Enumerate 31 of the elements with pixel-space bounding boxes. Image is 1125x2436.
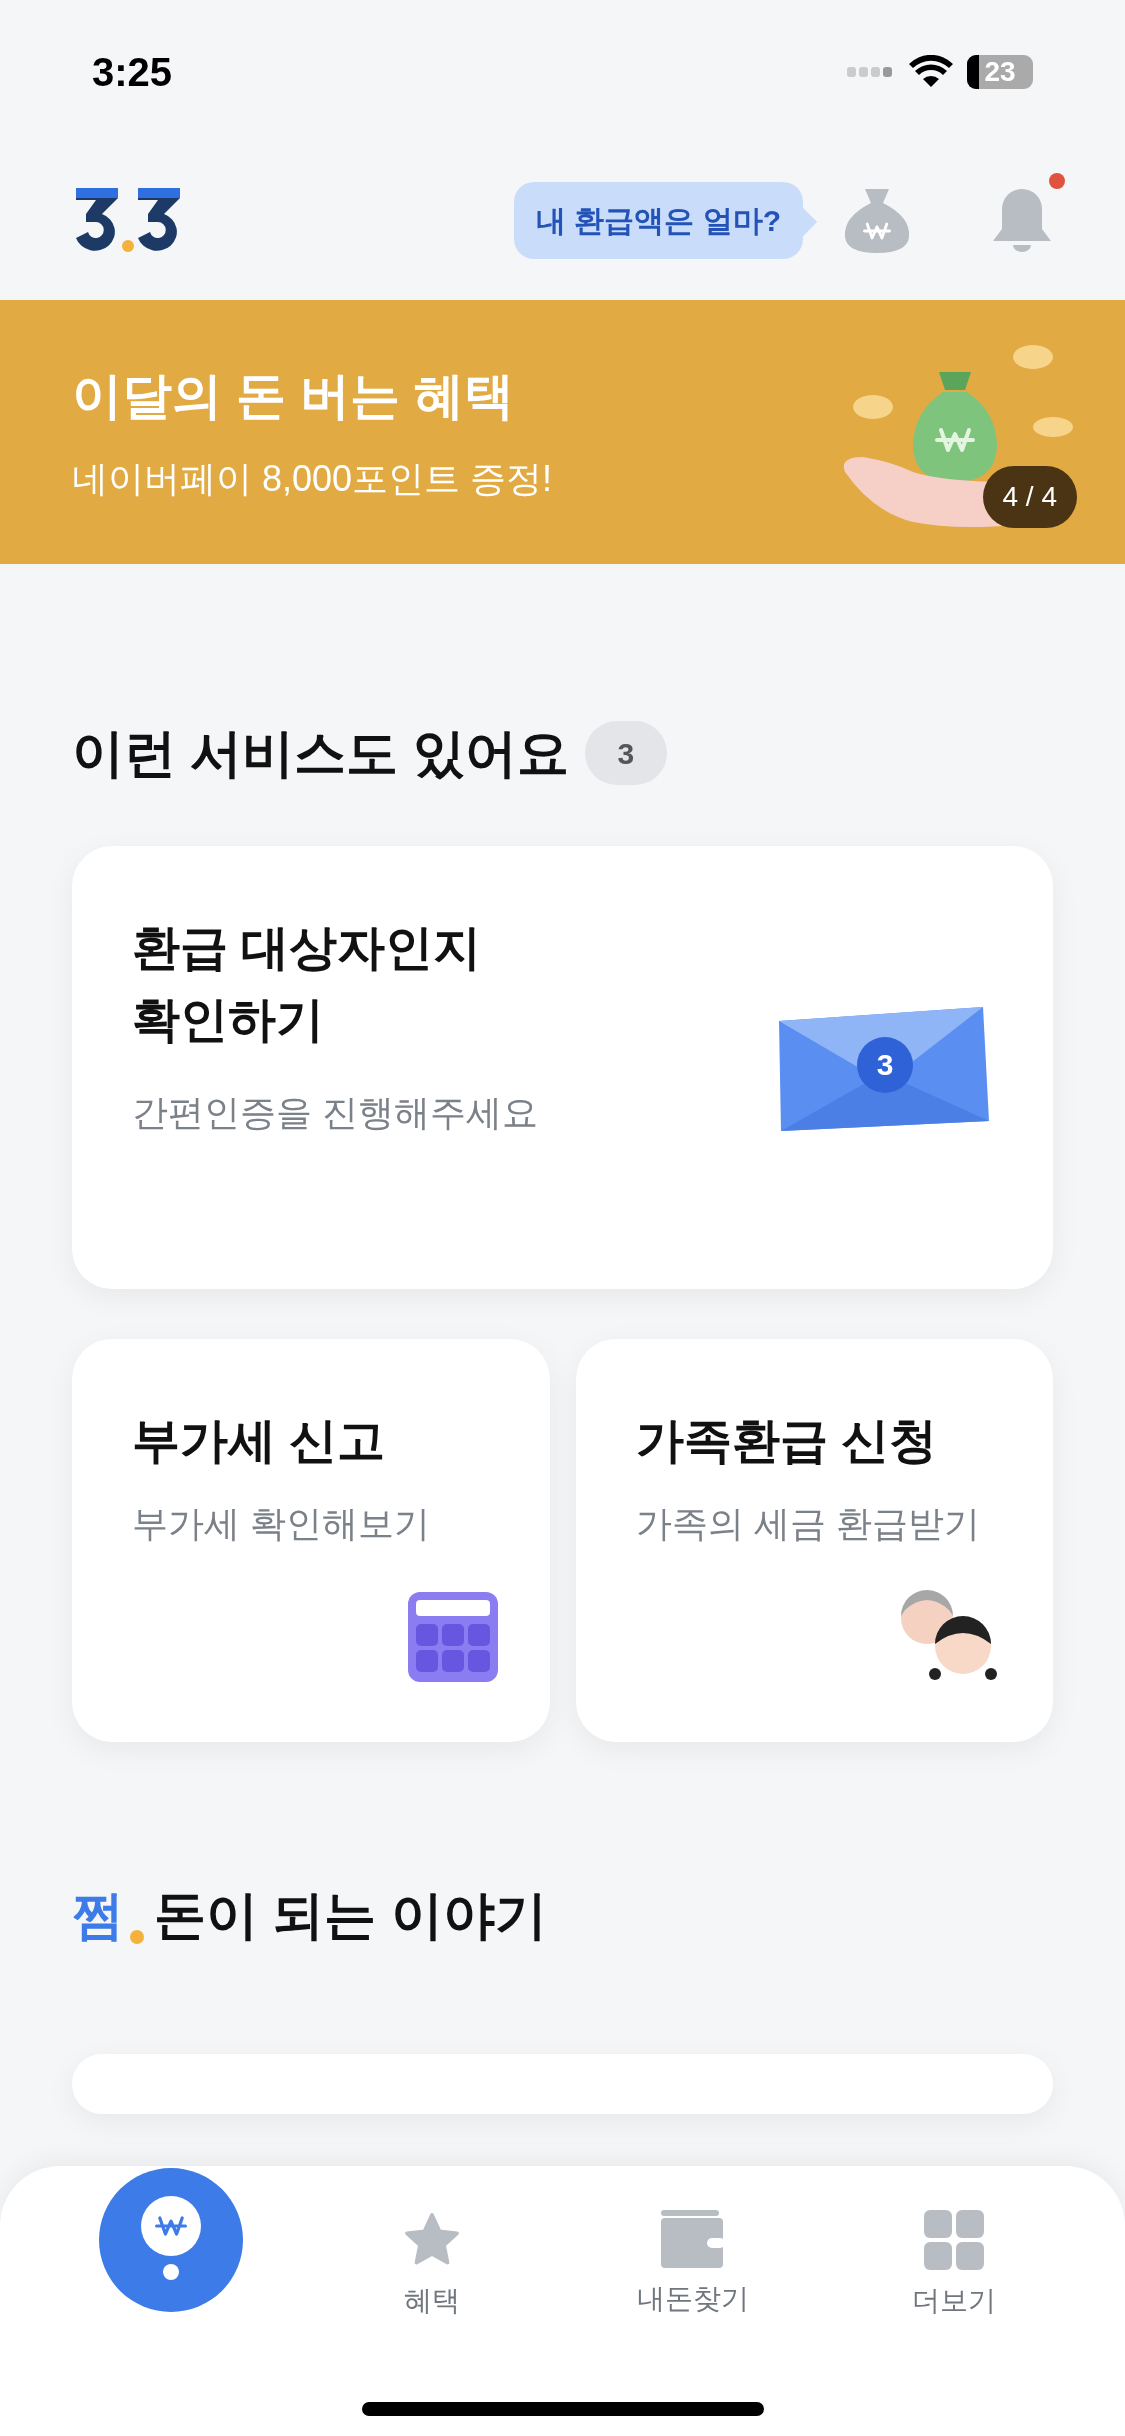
refund-tooltip[interactable]: 내 환급액은 얼마? bbox=[514, 181, 803, 259]
signal-icon bbox=[847, 64, 895, 80]
tab-item[interactable]: 더보기 bbox=[823, 2176, 1085, 2322]
wallet-icon bbox=[661, 2210, 726, 2268]
bell-icon[interactable] bbox=[991, 187, 1053, 253]
card-title: 가족환급 신청 bbox=[635, 1413, 938, 1469]
wifi-icon bbox=[909, 55, 953, 89]
count-badge: 3 bbox=[584, 721, 667, 785]
brand-mark: 쩜 bbox=[72, 1885, 124, 1946]
battery-level: 23 bbox=[984, 58, 1016, 86]
service-card[interactable]: 가족환급 신청 가족의 세금 환급받기 bbox=[575, 1339, 1053, 1742]
page-indicator: 4 / 4 bbox=[982, 466, 1077, 528]
section-title: 이런 서비스도 있어요 bbox=[72, 723, 569, 784]
calculator-icon bbox=[407, 1592, 498, 1682]
card-subtitle: 간편인증을 진행해주세요 bbox=[132, 1091, 538, 1135]
service-card[interactable]: 환급 대상자인지 확인하기 간편인증을 진행해주세요 3 bbox=[72, 846, 1053, 1289]
card-subtitle: 부가세 확인해보기 bbox=[132, 1502, 431, 1546]
promo-banner[interactable]: 이달의 돈 버는 혜택 네이버페이 8,000포인트 증정! 4 / 4 bbox=[0, 300, 1125, 564]
card-title: 부가세 신고 bbox=[132, 1413, 387, 1469]
section-title: 돈이 되는 이야기 bbox=[154, 1885, 547, 1946]
card-title: 환급 대상자인지 확인하기 bbox=[132, 920, 483, 1048]
money-bag-icon[interactable] bbox=[843, 187, 911, 253]
card-subtitle: 가족의 세금 환급받기 bbox=[635, 1502, 981, 1546]
tab-item[interactable]: 내돈찾기 bbox=[562, 2176, 824, 2322]
banner-title: 이달의 돈 버는 혜택 bbox=[72, 366, 515, 426]
grid-icon bbox=[924, 2210, 985, 2270]
status-time: 3:25 bbox=[92, 49, 173, 96]
service-card[interactable]: 부가세 신고 부가세 확인해보기 bbox=[72, 1339, 550, 1742]
banner-subtitle: 네이버페이 8,000포인트 증정! bbox=[72, 456, 553, 501]
battery-fill bbox=[967, 55, 979, 89]
tab-item[interactable]: 혜택 bbox=[301, 2176, 563, 2322]
